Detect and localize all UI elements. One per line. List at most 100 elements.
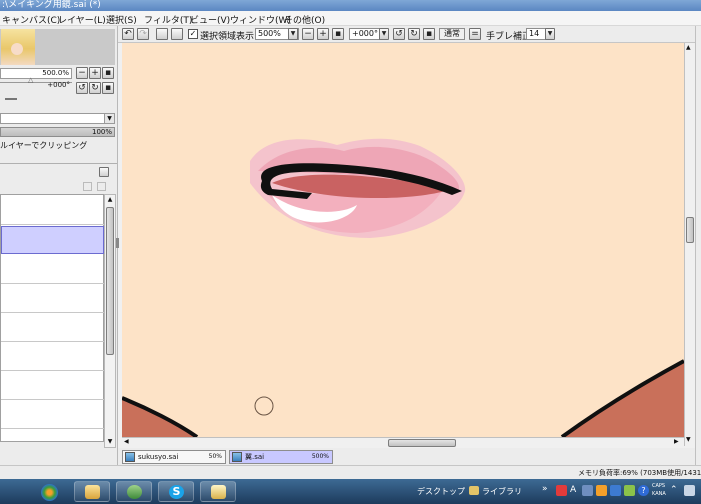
library-toolbar-label[interactable]: ライブラリ — [482, 486, 522, 497]
zoom-reset-button[interactable]: ▪ — [102, 67, 114, 79]
rotate-left-button[interactable]: ↺ — [76, 82, 88, 94]
invert-selection-button[interactable] — [171, 28, 183, 40]
clipping-group-label[interactable]: ルイヤーでクリッピング — [0, 140, 87, 151]
taskbar-sai-app[interactable] — [116, 481, 152, 502]
menu-view[interactable]: ビュー(V) — [190, 13, 230, 26]
windows-logo-icon — [41, 484, 58, 501]
desktop-toolbar-label[interactable]: デスクトップ — [417, 486, 465, 497]
canvas-vertical-scrollbar[interactable]: ▲ ▼ — [684, 43, 695, 446]
undo-button[interactable]: ↶ — [122, 28, 134, 40]
document-icon — [232, 452, 242, 462]
file-explorer-icon — [211, 485, 226, 499]
layer-row-selected[interactable] — [1, 226, 104, 254]
doc-tab-sukusyo[interactable]: sukusyo.sai 50% — [122, 450, 226, 464]
zoom-reset-button[interactable]: ▪ — [332, 28, 344, 40]
layer-row[interactable] — [1, 256, 104, 284]
toolbar-expand-icon[interactable]: » — [542, 484, 548, 494]
sai-app-icon — [127, 485, 142, 499]
rotate-right-button[interactable]: ↻ — [89, 82, 101, 94]
zoom-out-button[interactable]: − — [76, 67, 88, 79]
layer-row[interactable] — [1, 314, 104, 342]
layer-row[interactable] — [1, 285, 104, 313]
ime-settings-icon[interactable] — [624, 485, 635, 496]
rotate-reset-button[interactable]: ▪ — [423, 28, 435, 40]
canvas-horizontal-scrollbar[interactable]: ◀ ▶ — [122, 437, 684, 448]
panel-resize-handle[interactable] — [116, 238, 119, 248]
menu-select[interactable]: 選択(S) — [106, 13, 137, 26]
rotate-right-button[interactable]: ↻ — [408, 28, 420, 40]
layer-row[interactable] — [1, 197, 104, 225]
drawing-canvas[interactable] — [122, 43, 684, 437]
network-tray-icon[interactable] — [684, 485, 695, 496]
taskbar-skype-app[interactable]: S — [158, 481, 194, 502]
layer-opacity-slider[interactable]: 100% — [0, 127, 115, 137]
canvas-artwork — [122, 138, 684, 437]
chevron-down-icon: ▼ — [104, 114, 114, 123]
layer-list-scrollbar[interactable]: ▲ ▼ — [104, 194, 116, 448]
navigator-preview[interactable] — [0, 29, 115, 65]
copy-layer-icon[interactable] — [83, 182, 92, 191]
navigator-angle-field[interactable]: +000° — [0, 81, 72, 92]
right-panel-edge — [695, 26, 701, 465]
delete-layer-icon[interactable] — [97, 182, 106, 191]
brush-cursor — [254, 396, 274, 416]
ime-tool-icon[interactable] — [596, 485, 607, 496]
folder-icon — [85, 485, 100, 499]
chevron-down-icon[interactable]: ▼ — [545, 28, 555, 40]
scroll-right-icon[interactable]: ▶ — [674, 438, 679, 445]
skype-icon: S — [169, 485, 184, 499]
start-button[interactable] — [34, 481, 66, 502]
ime-mode-icon[interactable]: A — [570, 485, 581, 496]
chevron-down-icon[interactable]: ▼ — [288, 28, 298, 40]
zoom-in-button[interactable]: + — [89, 67, 101, 79]
zoom-in-button[interactable]: + — [317, 28, 329, 40]
document-icon — [125, 452, 135, 462]
blend-mode-dropdown[interactable]: ▼ — [0, 113, 115, 124]
deselect-button[interactable] — [156, 28, 168, 40]
chevron-down-icon[interactable]: ▼ — [379, 28, 389, 40]
doc-tab-tsubasa[interactable]: 翼.sai 500% — [229, 450, 333, 464]
rotate-left-button[interactable]: ↺ — [393, 28, 405, 40]
stabilizer-toggle[interactable]: = — [469, 28, 481, 40]
redo-button[interactable]: ↷ — [137, 28, 149, 40]
taskbar: S デスクトップ ライブラリ » A ? CAPS KANA ⌃ — [0, 479, 701, 504]
canvas-toolbar: ↶ ↷ ✓ 選択領域表示 500% ▼ − + ▪ +000° ▼ ↺ ↻ ▪ … — [118, 26, 701, 43]
new-layer-button[interactable] — [99, 167, 109, 177]
scroll-up-icon[interactable]: ▲ — [686, 44, 691, 51]
angle-slider[interactable] — [5, 98, 17, 100]
memory-usage-text: メモリ負荷率:69% (703MB使用/1431M — [578, 469, 701, 477]
help-icon[interactable]: ? — [638, 485, 649, 496]
stabilizer-dropdown[interactable]: 14 — [526, 28, 546, 40]
horizontal-scroll-thumb[interactable] — [388, 439, 456, 447]
vertical-scroll-thumb[interactable] — [686, 217, 694, 243]
menu-canvas[interactable]: キャンバス(C) — [2, 13, 60, 26]
layer-row[interactable] — [1, 372, 104, 400]
menu-window[interactable]: ウィンドウ(W) — [230, 13, 291, 26]
navigator-zoom-field[interactable]: 500.0% — [0, 68, 72, 79]
show-selection-checkbox[interactable]: ✓ — [188, 29, 198, 39]
menu-other[interactable]: その他(O) — [284, 13, 325, 26]
status-bar: メモリ負荷率:69% (703MB使用/1431M — [0, 465, 701, 479]
rotate-reset-button[interactable]: ▪ — [102, 82, 114, 94]
zoom-out-button[interactable]: − — [302, 28, 314, 40]
layer-row[interactable] — [1, 343, 104, 371]
document-tabs: sukusyo.sai 50% 翼.sai 500% — [118, 448, 701, 465]
layer-row[interactable] — [1, 401, 104, 429]
taskbar-explorer-app[interactable] — [200, 481, 236, 502]
ime-dictionary-icon[interactable] — [582, 485, 593, 496]
scroll-left-icon[interactable]: ◀ — [124, 438, 129, 445]
antivirus-tray-icon[interactable] — [556, 485, 567, 496]
menu-filter[interactable]: フィルタ(T) — [144, 13, 192, 26]
layer-scroll-thumb[interactable] — [106, 207, 114, 355]
scroll-down-icon[interactable]: ▼ — [686, 436, 691, 443]
window-title: :\メイキング用鏡.sai (*) — [2, 0, 101, 10]
taskbar-folder-app[interactable] — [74, 481, 110, 502]
caps-indicator: CAPS — [652, 483, 666, 489]
scroll-down-icon[interactable]: ▼ — [106, 438, 114, 446]
library-icon — [469, 486, 479, 495]
ime-menu-icon[interactable]: ⌃ — [670, 485, 681, 496]
flip-mode-button[interactable]: 通常 — [439, 28, 465, 40]
scroll-up-icon[interactable]: ▲ — [106, 196, 114, 204]
ime-pad-icon[interactable] — [610, 485, 621, 496]
menu-layer[interactable]: レイヤー(L) — [58, 13, 106, 26]
